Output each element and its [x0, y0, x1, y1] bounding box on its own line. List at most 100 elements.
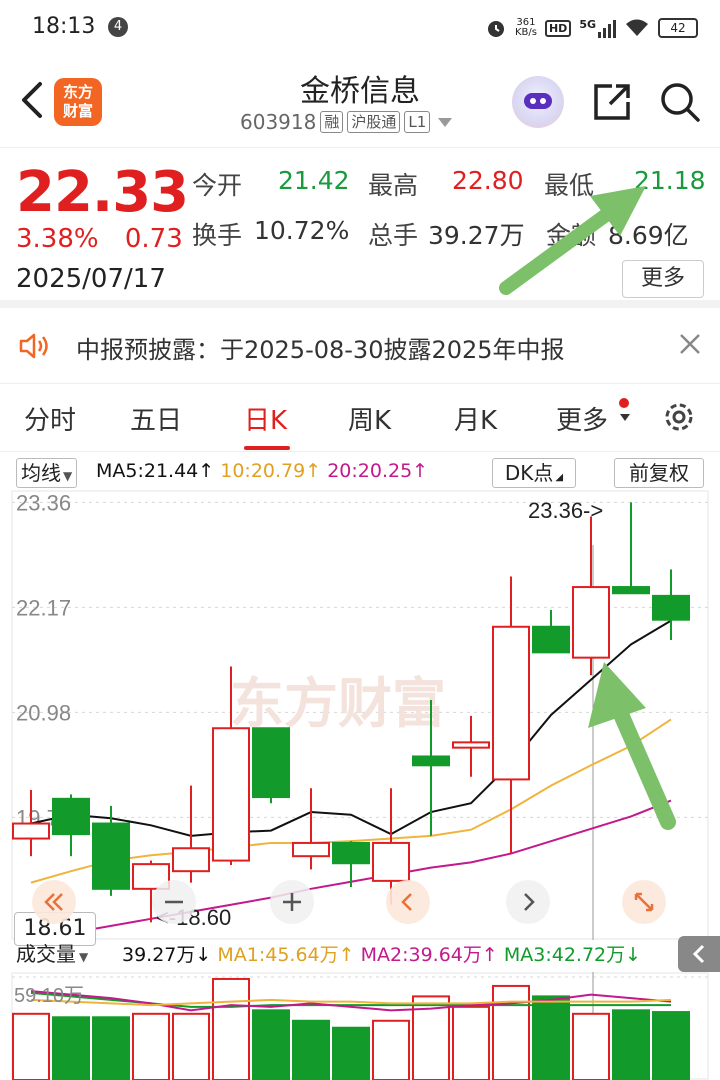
chevron-left-icon: [692, 944, 705, 964]
open-label: 今开: [192, 171, 243, 200]
volume-value: 39.27万↓: [122, 944, 212, 966]
volume-bar: [612, 1009, 650, 1080]
corner-triangle-icon: ◢: [555, 472, 564, 483]
stock-subtitle[interactable]: 603918 融 沪股通 L1: [240, 110, 453, 134]
net-speed-unit: KB/s: [514, 27, 537, 38]
volume-label: 总手: [368, 221, 419, 250]
volume-info-bar: 成交量 ▼ 39.27万↓ MA1:45.64万↑ MA2:39.64万↑ MA3…: [0, 936, 720, 972]
tab-more[interactable]: 更多: [556, 400, 608, 437]
double-left-icon: [44, 893, 63, 911]
candle-body: [372, 841, 410, 882]
volume-values: 39.27万↓ MA1:45.64万↑ MA2:39.64万↑ MA3:42.7…: [122, 940, 641, 967]
signal-label: 5G: [579, 18, 596, 31]
scroll-to-start-button[interactable]: [32, 880, 76, 924]
close-icon[interactable]: [676, 330, 704, 358]
zoom-in-button[interactable]: [270, 880, 314, 924]
candle-body: [172, 847, 210, 873]
vol-ma1-value: MA1:45.64万↑: [217, 944, 355, 966]
volume-bar: [652, 1011, 690, 1080]
dk-points-label: DK点: [504, 461, 554, 485]
scroll-left-button[interactable]: [386, 880, 430, 924]
tab-weekly-k[interactable]: 周K: [348, 400, 391, 437]
more-quote-button[interactable]: 更多: [622, 260, 704, 298]
candle-body: [332, 841, 370, 865]
volume-indicator-selector[interactable]: 成交量 ▼: [16, 938, 88, 967]
volume-bar: [212, 977, 250, 1080]
notification-badge: 4: [108, 17, 128, 37]
connect-tag: 沪股通: [347, 111, 401, 133]
stock-code: 603918: [240, 110, 317, 134]
change-amount: 0.73: [124, 224, 183, 254]
price-adjust-button[interactable]: 前复权: [614, 458, 704, 488]
volume-bar: [372, 1019, 410, 1080]
volume-bar: [132, 1012, 170, 1080]
active-tab-indicator: [244, 446, 290, 450]
volume-bar: [92, 1016, 130, 1080]
fullscreen-button[interactable]: [622, 880, 666, 924]
high-label: 最高: [368, 171, 419, 200]
volume-bar: [572, 1012, 610, 1080]
candle-body: [252, 727, 290, 799]
wifi-icon: [626, 19, 648, 36]
chevron-down-icon: ▼: [79, 950, 89, 964]
plus-icon: [283, 893, 301, 911]
status-icons: 361 KB/s HD 5G 42: [485, 14, 698, 42]
volume-bar: [332, 1026, 370, 1080]
speaker-icon: [19, 333, 48, 359]
search-icon[interactable]: [658, 80, 702, 124]
indicator-selector[interactable]: 均线 ▼: [16, 458, 78, 488]
tab-intraday[interactable]: 分时: [24, 400, 76, 437]
level-tag: L1: [404, 111, 431, 133]
current-price: 22.33: [16, 160, 189, 225]
y-tick-label: 23.36: [16, 490, 71, 515]
candle-body: [12, 822, 50, 840]
chevron-down-icon: [438, 117, 453, 127]
report-notice[interactable]: 中报预披露：于2025-08-30披露2025年中报: [0, 308, 720, 384]
hd-icon: HD: [544, 19, 572, 37]
net-speed: 361 KB/s: [515, 18, 537, 38]
quote-row-2: 换手 10.72% 总手 39.27万 金额 8.69亿: [192, 216, 689, 252]
status-time: 18:13: [32, 14, 96, 39]
share-icon[interactable]: [590, 80, 634, 124]
candle-body: [452, 741, 490, 749]
ma5-value: MA5:21.44↑: [96, 460, 215, 482]
tab-monthly-k[interactable]: 月K: [454, 400, 497, 437]
volume-selector-label: 成交量: [16, 942, 76, 966]
new-badge: [619, 398, 629, 408]
margin-tag: 融: [320, 111, 344, 133]
volume-chart[interactable]: 59.10万: [0, 972, 720, 1080]
volume-bar: [12, 1012, 50, 1080]
vol-ma3-value: MA3:42.72万↓: [503, 944, 642, 966]
expand-icon: [634, 892, 654, 912]
turnover-value: 10.72%: [254, 216, 350, 245]
chevron-down-icon: ▼: [63, 469, 73, 483]
candle-body: [572, 586, 610, 659]
alarm-icon: [487, 21, 504, 37]
quote-row-1: 今开 21.42 最高 22.80 最低 21.18: [192, 166, 706, 202]
volume-bar: [172, 1012, 210, 1080]
candle-body: [532, 625, 570, 654]
status-bar: 18:13 4 361 KB/s HD 5G 42: [0, 0, 720, 56]
tab-daily-k[interactable]: 日K: [244, 400, 287, 437]
scroll-right-button[interactable]: [506, 880, 550, 924]
dk-points-button[interactable]: DK点 ◢: [492, 458, 576, 488]
gear-icon[interactable]: [660, 398, 698, 436]
notice-text: 中报预披露：于2025-08-30披露2025年中报: [76, 336, 565, 364]
side-panel-toggle[interactable]: [678, 936, 720, 972]
candle-body: [652, 594, 690, 621]
price-change: 3.38% 0.73: [16, 224, 183, 254]
volume-top-label: 59.10万: [14, 985, 84, 1007]
volume-bar: [292, 1019, 330, 1080]
kline-chart[interactable]: 23.3622.1720.9819.79东方财富23.36-><-18.60: [0, 490, 720, 940]
minus-icon: [165, 900, 183, 904]
tab-five-day[interactable]: 五日: [130, 400, 182, 437]
ai-assistant-icon[interactable]: [512, 76, 564, 128]
low-label: 最低: [544, 171, 595, 200]
open-value: 21.42: [278, 166, 350, 195]
chevron-down-icon: [620, 414, 630, 421]
battery-icon: 42: [658, 18, 698, 38]
vol-ma2-value: MA2:39.64万↑: [360, 944, 498, 966]
ma20-value: 20:20.25↑: [327, 460, 429, 482]
zoom-out-button[interactable]: [152, 880, 196, 924]
candle-body: [412, 755, 450, 767]
